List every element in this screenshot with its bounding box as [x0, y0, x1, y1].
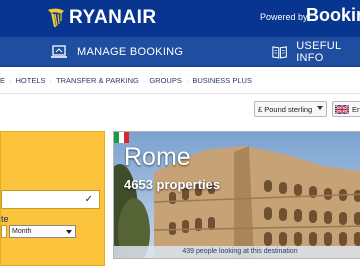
- currency-value: £ Pound sterling: [258, 104, 313, 114]
- currency-select[interactable]: £ Pound sterling: [254, 101, 327, 117]
- language-value: En: [352, 104, 360, 114]
- language-select[interactable]: En: [332, 101, 360, 117]
- submenu-separator: ·: [185, 76, 189, 85]
- checkmark-icon: ✓: [84, 194, 93, 205]
- italy-flag-icon: [114, 132, 129, 143]
- submenu-separator: ·: [142, 76, 146, 85]
- nav-manage-booking[interactable]: MANAGE BOOKING: [50, 37, 183, 67]
- booking-logo[interactable]: Booking: [306, 5, 360, 26]
- laptop-icon: [51, 45, 67, 58]
- submenu-item-partial[interactable]: E: [0, 76, 5, 85]
- harp-icon: [48, 8, 64, 27]
- submenu-separator: ·: [49, 76, 53, 85]
- property-count: 4653 properties: [124, 177, 221, 192]
- book-icon: [272, 46, 287, 59]
- nav-useful-info[interactable]: USEFUL INFO: [272, 37, 360, 67]
- page-root: RYANAIR Powered by Booking MANAGE BOOKIN…: [0, 0, 360, 270]
- nav-manage-booking-label: MANAGE BOOKING: [77, 46, 184, 58]
- hotel-search-panel: ✓ te Month: [0, 131, 105, 266]
- sub-menu: E · HOTELS · TRANSFER & PARKING · GROUPS…: [0, 68, 360, 94]
- main-nav: MANAGE BOOKING USEFUL INFO: [0, 37, 360, 67]
- destination-city: Rome: [124, 143, 191, 171]
- month-select[interactable]: Month: [9, 225, 76, 238]
- brand-name: RYANAIR: [69, 7, 157, 28]
- destination-hero[interactable]: Rome 4653 properties 439 people looking …: [113, 131, 360, 259]
- chevron-down-icon: [317, 106, 323, 110]
- powered-by-label: Powered by: [260, 12, 308, 22]
- submenu-item-hotels[interactable]: HOTELS: [16, 76, 46, 85]
- people-looking-banner: 439 people looking at this destination: [114, 246, 360, 258]
- nav-useful-info-label: USEFUL INFO: [296, 40, 341, 64]
- ryanair-logo[interactable]: RYANAIR: [46, 6, 157, 30]
- submenu-item-business-plus[interactable]: BUSINESS PLUS: [192, 76, 252, 85]
- submenu-item-groups[interactable]: GROUPS: [149, 76, 182, 85]
- chevron-down-icon: [66, 230, 72, 234]
- day-select[interactable]: [1, 225, 7, 238]
- submenu-item-transfer-parking[interactable]: TRANSFER & PARKING: [56, 76, 139, 85]
- destination-input[interactable]: ✓: [1, 190, 100, 209]
- uk-flag-icon: [335, 104, 349, 114]
- check-in-date-label: te: [1, 214, 9, 224]
- top-header: RYANAIR Powered by Booking: [0, 0, 360, 37]
- submenu-separator: ·: [9, 76, 12, 85]
- month-select-value: Month: [12, 228, 32, 235]
